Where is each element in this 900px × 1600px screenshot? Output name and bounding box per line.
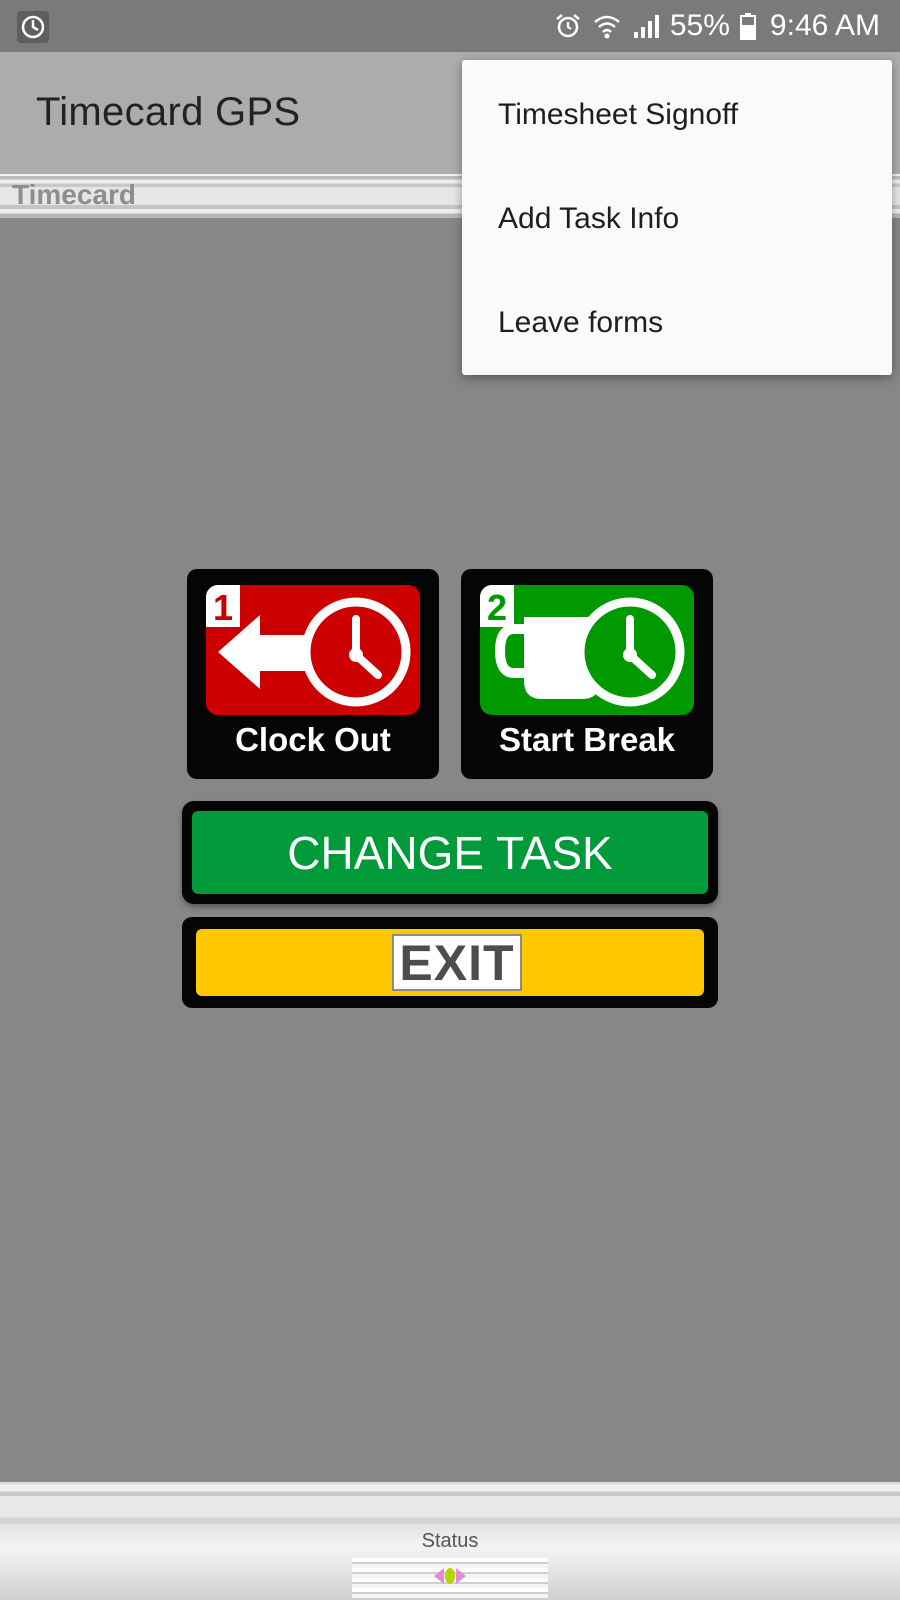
- overflow-menu: Timesheet Signoff Add Task Info Leave fo…: [462, 60, 892, 375]
- exit-panel: EXIT: [196, 929, 704, 996]
- status-icons: 55% 9:46 AM: [554, 0, 880, 52]
- clock-out-label: Clock Out: [235, 721, 391, 758]
- bottom-bar: Status: [0, 1482, 900, 1600]
- exit-label: EXIT: [392, 934, 522, 991]
- alarm-icon: [554, 12, 582, 40]
- status-label: Status: [421, 1530, 479, 1552]
- battery-icon: [739, 12, 756, 40]
- start-break-button[interactable]: 2 Start Break: [461, 569, 713, 779]
- section-label: Timecard: [12, 179, 136, 210]
- menu-item-timesheet-signoff[interactable]: Timesheet Signoff: [498, 98, 738, 132]
- status-bar: 55% 9:46 AM: [0, 0, 900, 52]
- exit-button[interactable]: EXIT: [182, 917, 718, 1008]
- status-indicator-icon: [432, 1558, 468, 1594]
- change-task-label: CHANGE TASK: [192, 811, 708, 894]
- start-break-label: Start Break: [498, 721, 676, 758]
- menu-item-leave-forms[interactable]: Leave forms: [498, 306, 663, 340]
- clock-out-graphic: 1: [206, 585, 420, 715]
- wifi-icon: [592, 12, 622, 40]
- battery-percent: 55%: [669, 9, 730, 42]
- svg-text:2: 2: [487, 587, 507, 628]
- clock-app-icon: [17, 11, 49, 43]
- change-task-button[interactable]: CHANGE TASK: [182, 801, 718, 904]
- menu-item-add-task-info[interactable]: Add Task Info: [498, 202, 679, 236]
- app-title: Timecard GPS: [36, 90, 301, 134]
- clock-out-button[interactable]: 1 Clock Out: [187, 569, 439, 779]
- signal-icon: [632, 12, 660, 40]
- status-tab[interactable]: Status: [352, 1530, 548, 1600]
- start-break-graphic: 2: [480, 585, 694, 715]
- clock-time: 9:46 AM: [769, 9, 880, 42]
- svg-text:1: 1: [213, 587, 233, 628]
